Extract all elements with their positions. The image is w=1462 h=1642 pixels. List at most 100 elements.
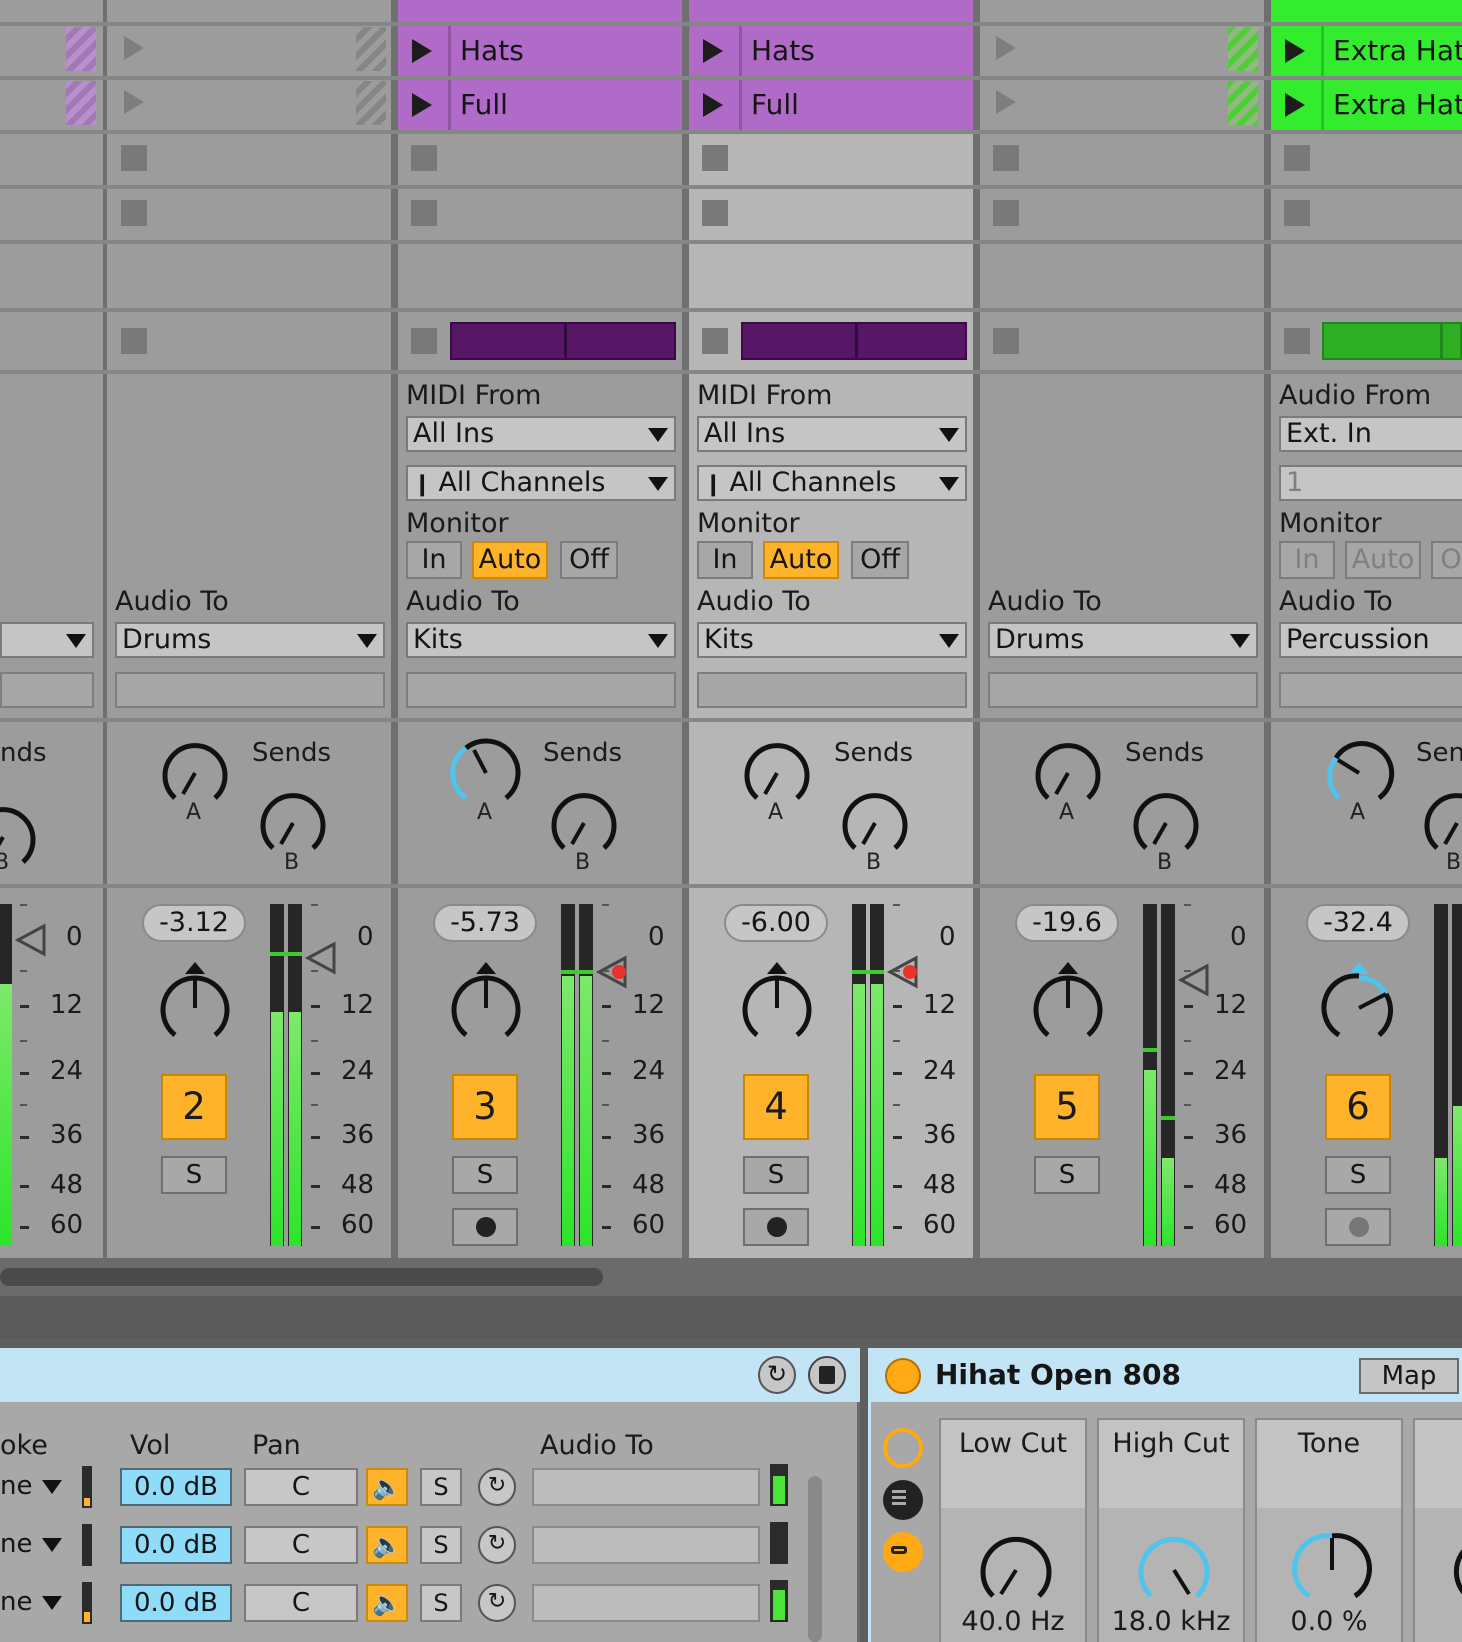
solo-button[interactable]: S (743, 1156, 809, 1194)
output-channel-box[interactable] (406, 672, 676, 708)
chain-solo-button[interactable]: S (420, 1526, 462, 1564)
audio-to-dropdown[interactable]: Drums (115, 622, 385, 658)
volume-slider-handle[interactable] (304, 940, 338, 976)
clip-slot-partial[interactable] (398, 0, 682, 22)
clip-stop-button[interactable] (411, 145, 437, 171)
audio-to-dropdown[interactable]: Kits (406, 622, 676, 658)
device-list-icon[interactable] (883, 1532, 923, 1572)
chain-solo-button[interactable]: S (420, 1468, 462, 1506)
chain-audio-to-field[interactable] (532, 1584, 760, 1622)
play-icon[interactable] (412, 39, 432, 63)
clip-slot[interactable]: Extra Hat (1271, 80, 1462, 130)
output-channel-box[interactable] (0, 672, 94, 708)
midi-channel-dropdown[interactable]: ❙ All Channels (697, 465, 967, 501)
macro-knob[interactable] (1287, 1524, 1377, 1614)
save-preset-icon[interactable] (808, 1356, 846, 1394)
speaker-icon[interactable]: 🔈 (366, 1526, 408, 1564)
monitor-off-button[interactable]: O (1431, 541, 1462, 579)
volume-slider-handle[interactable] (886, 954, 922, 990)
audio-to-dropdown[interactable]: Percussion (1279, 622, 1462, 658)
monitor-in-button[interactable]: In (1279, 541, 1335, 579)
track-activator-button[interactable]: 4 (743, 1074, 809, 1140)
track-stop-button[interactable] (121, 328, 147, 354)
monitor-auto-button[interactable]: Auto (472, 541, 548, 579)
chain-pan-field[interactable]: C (244, 1526, 358, 1564)
play-icon[interactable] (703, 93, 723, 117)
clip-stop-button[interactable] (993, 200, 1019, 226)
pan-knob[interactable] (1314, 960, 1404, 1050)
clip-stop-button[interactable] (1284, 200, 1310, 226)
track-stop-button[interactable] (993, 328, 1019, 354)
record-arm-button[interactable] (1325, 1208, 1391, 1246)
chain-pan-field[interactable]: C (244, 1584, 358, 1622)
volume-slider-handle[interactable] (1177, 962, 1211, 998)
macro-knob[interactable] (971, 1524, 1061, 1614)
volume-value[interactable]: -3.12 (142, 904, 246, 942)
clip-stop-button[interactable] (993, 145, 1019, 171)
play-icon[interactable] (1285, 93, 1305, 117)
audio-to-dropdown[interactable] (0, 622, 94, 658)
input-channel-dropdown[interactable]: 1 (1279, 465, 1462, 501)
clip-slot-partial[interactable] (1271, 0, 1462, 22)
output-channel-box[interactable] (697, 672, 967, 708)
solo-button[interactable]: S (452, 1156, 518, 1194)
record-arm-button[interactable] (452, 1208, 518, 1246)
volume-value[interactable]: -6.00 (724, 904, 828, 942)
clip-stop-button[interactable] (121, 200, 147, 226)
hot-swap-icon[interactable]: ↻ (478, 1584, 516, 1622)
speaker-icon[interactable]: 🔈 (366, 1584, 408, 1622)
macro-tone[interactable]: Tone 0.0 % (1255, 1418, 1403, 1642)
volume-slider-handle[interactable] (595, 954, 631, 990)
clip-stop-button[interactable] (1284, 145, 1310, 171)
hot-swap-icon[interactable]: ↻ (478, 1526, 516, 1564)
chain-solo-button[interactable]: S (420, 1584, 462, 1622)
chain-volume-field[interactable]: 0.0 dB (120, 1584, 232, 1622)
macro-knob[interactable] (1445, 1524, 1462, 1614)
pan-knob[interactable] (441, 960, 531, 1050)
choke-dropdown[interactable]: ne (0, 1526, 64, 1562)
pan-knob[interactable] (732, 960, 822, 1050)
track-stop-button[interactable] (702, 328, 728, 354)
clip-slot[interactable]: Full (689, 80, 973, 130)
clip-stop-button[interactable] (121, 145, 147, 171)
monitor-in-button[interactable]: In (697, 541, 753, 579)
clip-slot[interactable]: Full (398, 80, 682, 130)
volume-slider-handle[interactable] (14, 922, 48, 958)
speaker-icon[interactable]: 🔈 (366, 1468, 408, 1506)
clip-slot[interactable]: Hats (689, 26, 973, 76)
pan-knob[interactable] (1023, 960, 1113, 1050)
track-activator-button[interactable]: 6 (1325, 1074, 1391, 1140)
horizontal-scrollbar[interactable] (0, 1258, 1462, 1296)
play-icon[interactable] (412, 93, 432, 117)
track-activator-button[interactable]: 2 (161, 1074, 227, 1140)
clip-stop-button[interactable] (702, 145, 728, 171)
output-channel-box[interactable] (115, 672, 385, 708)
audio-to-dropdown[interactable]: Drums (988, 622, 1258, 658)
track-activator-button[interactable]: 5 (1034, 1074, 1100, 1140)
track-activator-button[interactable]: 3 (452, 1074, 518, 1140)
clip-slot-partial[interactable] (689, 0, 973, 22)
monitor-auto-button[interactable]: Auto (763, 541, 839, 579)
volume-value[interactable]: -32.4 (1306, 904, 1410, 942)
chain-list-scrollbar[interactable] (808, 1476, 822, 1642)
choke-dropdown[interactable]: ne (0, 1584, 64, 1620)
volume-value[interactable]: -19.6 (1015, 904, 1119, 942)
choke-dropdown[interactable]: ne (0, 1468, 64, 1504)
track-stop-button[interactable] (411, 328, 437, 354)
hot-swap-icon[interactable]: ↻ (758, 1356, 796, 1394)
pan-knob[interactable] (150, 960, 240, 1050)
play-icon[interactable] (1285, 39, 1305, 63)
clip-stop-button[interactable] (411, 200, 437, 226)
chain-list-icon[interactable] (883, 1480, 923, 1520)
chain-volume-field[interactable]: 0.0 dB (120, 1526, 232, 1564)
monitor-off-button[interactable]: Off (560, 541, 618, 579)
monitor-in-button[interactable]: In (406, 541, 462, 579)
device-power-button[interactable] (885, 1358, 921, 1394)
clip-launch-icon[interactable] (996, 90, 1016, 114)
macro-high-cut[interactable]: High Cut 18.0 kHz (1097, 1418, 1245, 1642)
midi-channel-dropdown[interactable]: ❙ All Channels (406, 465, 676, 501)
audio-to-dropdown[interactable]: Kits (697, 622, 967, 658)
clip-launch-icon[interactable] (124, 90, 144, 114)
macro-partial[interactable] (1413, 1418, 1462, 1642)
midi-from-dropdown[interactable]: All Ins (697, 416, 967, 452)
